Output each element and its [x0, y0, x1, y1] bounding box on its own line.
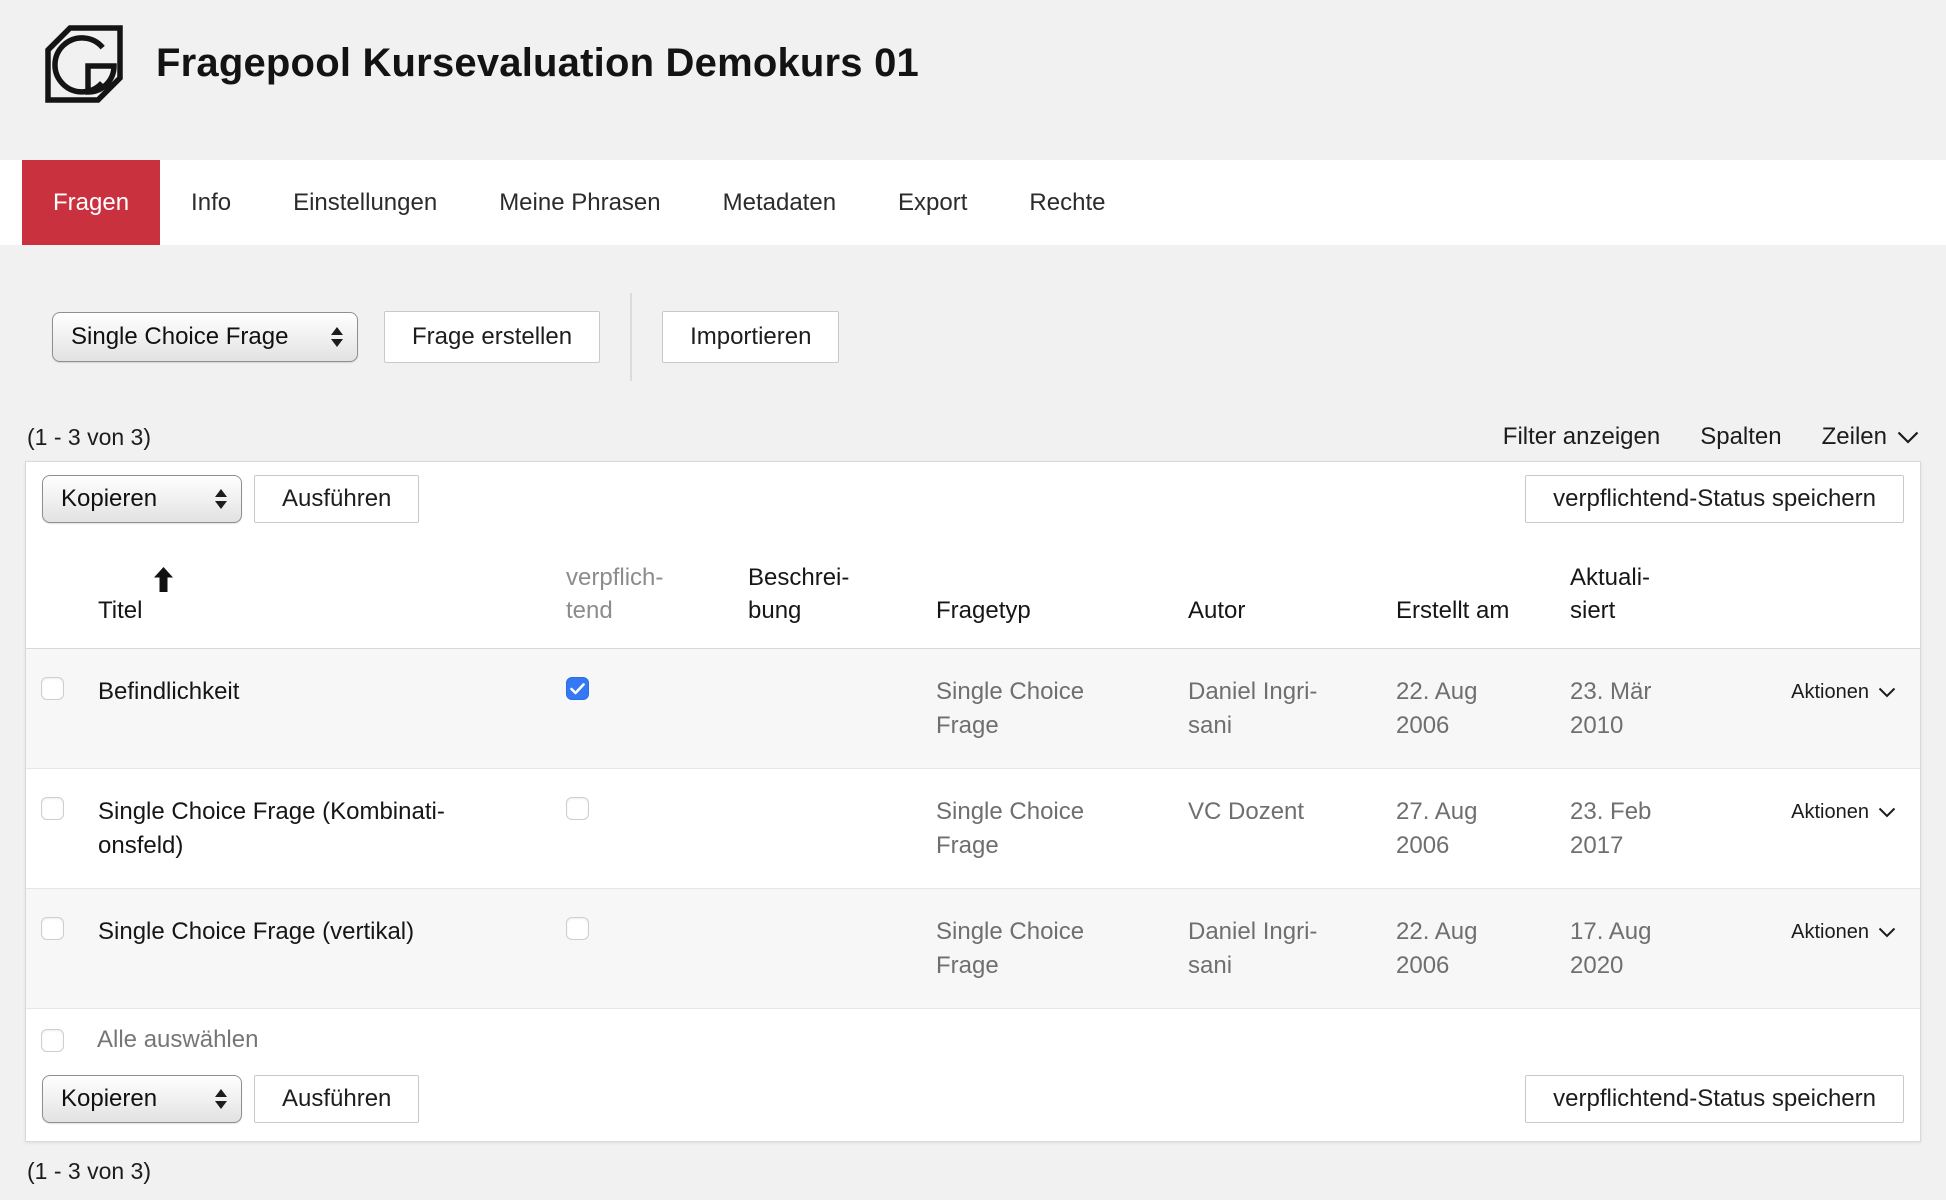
column-header-autor[interactable]: Autor: [1188, 594, 1396, 628]
sort-ascending-icon[interactable]: [154, 534, 173, 628]
bulk-action-select-top[interactable]: Kopieren: [42, 475, 242, 523]
bulk-action-select-bottom[interactable]: Kopieren: [42, 1075, 242, 1123]
tab-export[interactable]: Export: [867, 160, 998, 245]
question-title[interactable]: Single Choice Frage (vertikal): [98, 915, 566, 988]
range-bar: (1 - 3 von 3) Filter anzeigen Spalten Ze…: [27, 423, 1919, 451]
chevron-down-icon: [1897, 431, 1919, 444]
tab-fragen[interactable]: Fragen: [22, 160, 160, 245]
page-title: Fragepool Kursevaluation Demokurs 01: [156, 41, 919, 86]
result-range-top: (1 - 3 von 3): [27, 424, 151, 451]
question-updated: 17. Aug 2020: [1570, 915, 1766, 988]
tab-einstellungen[interactable]: Einstellungen: [262, 160, 468, 245]
question-type-select-value: Single Choice Frage: [71, 323, 288, 351]
column-header-titel[interactable]: Titel: [98, 534, 566, 628]
table-toolbar-bottom: Kopieren Ausführen verpflichtend-Status …: [26, 1067, 1920, 1141]
row-select-checkbox[interactable]: [41, 797, 64, 820]
result-range-bottom: (1 - 3 von 3): [27, 1158, 1946, 1185]
question-created: 22. Aug 2006: [1396, 915, 1570, 988]
tab-rechte[interactable]: Rechte: [998, 160, 1136, 245]
select-arrows-icon: [331, 327, 343, 347]
question-author: Daniel Ingri- sani: [1188, 915, 1396, 988]
verpflichtend-checkbox[interactable]: [566, 797, 589, 820]
tab-meine-phrasen[interactable]: Meine Phrasen: [468, 160, 691, 245]
create-question-button[interactable]: Frage erstellen: [384, 311, 600, 363]
chevron-down-icon: [1878, 927, 1896, 938]
question-updated: 23. Mär 2010: [1570, 675, 1766, 748]
question-description: [748, 795, 936, 868]
question-table-card: Kopieren Ausführen verpflichtend-Status …: [25, 461, 1921, 1142]
bulk-action-select-top-value: Kopieren: [61, 485, 157, 513]
row-select-checkbox[interactable]: [41, 917, 64, 940]
question-pool-icon: [40, 20, 128, 108]
tab-bar: Fragen Info Einstellungen Meine Phrasen …: [0, 160, 1946, 245]
table-toolbar-top: Kopieren Ausführen verpflichtend-Status …: [26, 462, 1920, 523]
question-author: Daniel Ingri- sani: [1188, 675, 1396, 748]
row-actions-dropdown[interactable]: Aktionen: [1791, 681, 1896, 704]
question-type: Single Choice Frage: [936, 915, 1188, 988]
verpflichtend-checkbox[interactable]: [566, 917, 589, 940]
select-arrows-icon: [215, 489, 227, 509]
question-description: [748, 675, 936, 748]
question-type-select[interactable]: Single Choice Frage: [52, 312, 358, 362]
divider: [630, 293, 632, 381]
execute-button-bottom[interactable]: Ausführen: [254, 1075, 419, 1123]
table-row: Single Choice Frage (Kombinati- onsfeld)…: [26, 769, 1920, 889]
tab-info[interactable]: Info: [160, 160, 262, 245]
chevron-down-icon: [1878, 687, 1896, 698]
question-title[interactable]: Befindlichkeit: [98, 675, 566, 748]
question-created: 22. Aug 2006: [1396, 675, 1570, 748]
execute-button-top[interactable]: Ausführen: [254, 475, 419, 523]
bulk-action-select-bottom-value: Kopieren: [61, 1085, 157, 1113]
row-select-checkbox[interactable]: [41, 677, 64, 700]
show-filter-link[interactable]: Filter anzeigen: [1503, 423, 1660, 451]
view-links: Filter anzeigen Spalten Zeilen: [1503, 423, 1919, 451]
rows-dropdown-label: Zeilen: [1822, 423, 1887, 451]
column-header-erstellt-am[interactable]: Erstellt am: [1396, 594, 1570, 628]
select-all-label: Alle auswählen: [97, 1026, 258, 1054]
chevron-down-icon: [1878, 807, 1896, 818]
select-arrows-icon: [215, 1089, 227, 1109]
select-all-row: Alle auswählen: [26, 1009, 1920, 1067]
save-status-button-top[interactable]: verpflichtend-Status speichern: [1525, 475, 1904, 523]
table-header-row: Titel verpflich- tend Beschrei- bung Fra…: [26, 523, 1920, 649]
columns-link[interactable]: Spalten: [1700, 423, 1781, 451]
page-header: Fragepool Kursevaluation Demokurs 01: [0, 0, 1946, 127]
rows-dropdown[interactable]: Zeilen: [1822, 423, 1919, 451]
question-created: 27. Aug 2006: [1396, 795, 1570, 868]
creation-controls: Single Choice Frage Frage erstellen Impo…: [52, 311, 1946, 363]
column-header-beschreibung[interactable]: Beschrei- bung: [748, 561, 936, 628]
verpflichtend-checkbox[interactable]: [566, 677, 589, 700]
table-row: Single Choice Frage (vertikal) Single Ch…: [26, 889, 1920, 1009]
question-description: [748, 915, 936, 988]
question-type: Single Choice Frage: [936, 795, 1188, 868]
tab-metadaten[interactable]: Metadaten: [692, 160, 867, 245]
question-updated: 23. Feb 2017: [1570, 795, 1766, 868]
question-author: VC Dozent: [1188, 795, 1396, 868]
column-header-fragetyp[interactable]: Fragetyp: [936, 594, 1188, 628]
question-title[interactable]: Single Choice Frage (Kombinati- onsfeld): [98, 795, 566, 868]
row-actions-dropdown[interactable]: Aktionen: [1791, 801, 1896, 824]
column-header-aktualisiert[interactable]: Aktuali- siert: [1570, 561, 1766, 628]
table-row: Befindlichkeit Single Choice Frage Danie…: [26, 649, 1920, 769]
column-header-verpflichtend: verpflich- tend: [566, 561, 748, 628]
select-all-checkbox[interactable]: [41, 1029, 64, 1052]
import-button[interactable]: Importieren: [662, 311, 839, 363]
question-type: Single Choice Frage: [936, 675, 1188, 748]
save-status-button-bottom[interactable]: verpflichtend-Status speichern: [1525, 1075, 1904, 1123]
row-actions-dropdown[interactable]: Aktionen: [1791, 921, 1896, 944]
